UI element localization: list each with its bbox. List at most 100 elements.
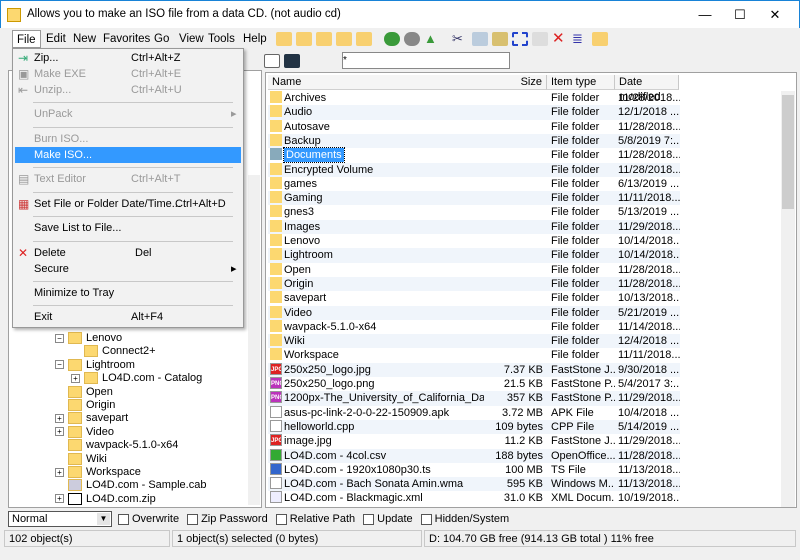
- checkbox-relative-path[interactable]: Relative Path: [275, 513, 355, 525]
- forward-icon[interactable]: [404, 32, 420, 46]
- file-row[interactable]: Autosave File folder 11/28/2018...: [268, 119, 680, 134]
- checkbox-box[interactable]: [118, 513, 129, 525]
- menu-file[interactable]: File: [12, 30, 41, 48]
- menu-edit[interactable]: Edit: [42, 30, 70, 48]
- column-header-item-type[interactable]: Item type: [547, 75, 615, 90]
- menu-item-minimize-to-tray[interactable]: Minimize to Tray: [15, 285, 241, 301]
- tree-node[interactable]: Connect2+: [71, 344, 156, 358]
- favorite-folder-icon[interactable]: [296, 32, 312, 46]
- copy-icon[interactable]: [472, 32, 488, 46]
- file-row[interactable]: Origin File folder 11/28/2018...: [268, 276, 680, 292]
- checkbox-box[interactable]: [275, 513, 287, 525]
- menu-item-text-editor[interactable]: ▤ Text Editor Ctrl+Alt+T: [15, 171, 241, 187]
- menu-item-secure[interactable]: Secure ▸: [15, 261, 241, 277]
- collapse-icon[interactable]: −: [55, 360, 64, 370]
- file-row[interactable]: JPG 250x250_logo.jpg 7.37 KB FastStone J...…: [268, 362, 680, 377]
- checkbox-box[interactable]: [187, 513, 199, 525]
- file-row[interactable]: Workspace File folder 11/11/2018...: [268, 348, 680, 362]
- column-header-date-modified[interactable]: Date modified: [615, 75, 679, 103]
- favorite-folder-icon[interactable]: [316, 32, 332, 46]
- file-row[interactable]: Backup File folder 5/8/2019 7:...: [268, 133, 680, 149]
- tree-node[interactable]: Origin: [55, 398, 115, 412]
- file-row[interactable]: Lenovo File folder 10/14/2018...: [268, 234, 680, 248]
- checkbox-box[interactable]: [420, 513, 432, 525]
- list-scrollbar[interactable]: [781, 91, 795, 507]
- delete-icon[interactable]: ✕: [552, 31, 568, 46]
- file-row[interactable]: asus-pc-link-2-0-0-22-150909.apk 3.72 MB A…: [268, 405, 680, 420]
- tree-node[interactable]: + savepart: [55, 411, 128, 425]
- file-row[interactable]: JPG image.jpg 11.2 KB FastStone J... 11/29/2…: [268, 434, 680, 448]
- menu-item-set-file-or-folder-date-time[interactable]: ▦ Set File or Folder Date/Time... Ctrl+Alt…: [15, 196, 241, 212]
- file-row[interactable]: wavpack-5.1.0-x64 File folder 11/14/2018..…: [268, 319, 680, 334]
- menu-item-burn-iso[interactable]: Burn ISO...: [15, 131, 241, 147]
- checkbox-overwrite[interactable]: Overwrite: [118, 513, 179, 525]
- menu-item-exit[interactable]: Exit Alt+F4: [15, 309, 241, 325]
- file-row[interactable]: Lightroom File folder 10/14/2018...: [268, 248, 680, 263]
- file-row[interactable]: Wiki File folder 12/4/2018 ...: [268, 334, 680, 349]
- file-row[interactable]: LO4D.com - Bach Sonata Amin.wma 595 KB Win…: [268, 477, 680, 492]
- file-row[interactable]: PNG250x250_logo.png 21.5 KB FastStone P...…: [268, 377, 680, 391]
- tree-scrollbar[interactable]: [248, 175, 260, 505]
- tree-node[interactable]: Wiki: [55, 452, 107, 466]
- cut-icon[interactable]: ✂: [452, 32, 468, 46]
- tree-node[interactable]: + Workspace: [55, 465, 141, 479]
- tree-node[interactable]: − Lightroom: [55, 358, 135, 372]
- menu-item-unzip[interactable]: ⇤ Unzip... Ctrl+Alt+U: [15, 82, 241, 98]
- menu-go[interactable]: Go: [150, 30, 173, 48]
- file-row[interactable]: helloworld.cpp 109 bytes CPP File 5/14/2019…: [268, 419, 680, 435]
- file-row[interactable]: Gaming File folder 11/11/2018...: [268, 191, 680, 206]
- back-icon[interactable]: [384, 32, 400, 46]
- checkbox-box[interactable]: [363, 513, 375, 525]
- menu-item-unpack[interactable]: UnPack ▸: [15, 106, 241, 122]
- file-row[interactable]: savepart File folder 10/13/2018...: [268, 291, 680, 305]
- tree-node[interactable]: − Lenovo: [55, 331, 122, 345]
- menu-item-make-iso[interactable]: Make ISO...: [15, 147, 241, 163]
- favorite-folder-icon[interactable]: [356, 32, 372, 46]
- file-row[interactable]: PNG1200px-The_University_of_California_D…: [268, 391, 680, 406]
- new-folder-icon[interactable]: [592, 32, 608, 46]
- file-row[interactable]: Encrypted Volume File folder 11/28/2018...: [268, 162, 680, 177]
- file-row[interactable]: Images File folder 11/29/2018...: [268, 219, 680, 234]
- file-row[interactable]: Archives File folder 11/28/2018...: [268, 91, 680, 105]
- file-row[interactable]: Documents File folder 11/28/2018...: [268, 147, 680, 164]
- refresh-icon[interactable]: [512, 32, 528, 46]
- file-row[interactable]: Open File folder 11/28/2018...: [268, 262, 680, 277]
- file-row[interactable]: LO4D.com - Blackmagic.xml 31.0 KB XML Docu…: [268, 491, 680, 505]
- notepad-icon[interactable]: [264, 54, 280, 68]
- checkbox-zip-password[interactable]: Zip Password: [187, 513, 268, 525]
- tree-node[interactable]: wavpack-5.1.0-x64: [55, 438, 178, 452]
- paste-icon[interactable]: [532, 32, 548, 46]
- mode-select[interactable]: Normal ▼: [8, 511, 112, 527]
- menu-help[interactable]: Help: [239, 30, 271, 48]
- menu-new[interactable]: New: [69, 30, 100, 48]
- expand-icon[interactable]: +: [55, 467, 64, 477]
- favorite-folder-icon[interactable]: [336, 32, 352, 46]
- minimize-button[interactable]: —: [688, 1, 722, 29]
- command-prompt-icon[interactable]: [284, 54, 300, 68]
- menu-favorites[interactable]: Favorites: [99, 30, 154, 48]
- checkbox-update[interactable]: Update: [363, 513, 413, 525]
- tree-node[interactable]: + LO4D.com.zip: [55, 492, 156, 506]
- file-row[interactable]: gnes3 File folder 5/13/2019 ...: [268, 205, 680, 219]
- tree-node[interactable]: Open: [55, 385, 113, 399]
- file-row[interactable]: LO4D.com - 1920x1080p30.ts 100 MB TS File 1…: [268, 462, 680, 477]
- tree-node[interactable]: LO4D.com - Sample.cab: [55, 478, 206, 492]
- file-row[interactable]: Audio File folder 12/1/2018 ...: [268, 105, 680, 120]
- menu-item-zip[interactable]: ⇥ Zip... Ctrl+Alt+Z: [15, 50, 241, 66]
- menu-item-delete[interactable]: ✕ Delete Del: [15, 245, 241, 261]
- address-input[interactable]: [342, 52, 510, 69]
- menu-view[interactable]: View: [175, 30, 208, 48]
- expand-icon[interactable]: +: [55, 413, 64, 423]
- column-header-size[interactable]: Size: [484, 75, 547, 90]
- file-row[interactable]: Video File folder 5/21/2019 ...: [268, 305, 680, 320]
- expand-icon[interactable]: +: [55, 427, 64, 437]
- favorite-folder-icon[interactable]: [276, 32, 292, 46]
- maximize-button[interactable]: ☐: [723, 1, 757, 29]
- checkbox-hidden-system[interactable]: Hidden/System: [420, 513, 509, 525]
- menu-tools[interactable]: Tools: [204, 30, 239, 48]
- tree-node[interactable]: + Video: [55, 425, 114, 439]
- tree-node[interactable]: + LO4D.com - Catalog: [71, 371, 202, 385]
- list-view-icon[interactable]: ≣: [572, 32, 588, 46]
- move-icon[interactable]: [492, 32, 508, 46]
- menu-item-make-exe[interactable]: ▣ Make EXE Ctrl+Alt+E: [15, 66, 241, 82]
